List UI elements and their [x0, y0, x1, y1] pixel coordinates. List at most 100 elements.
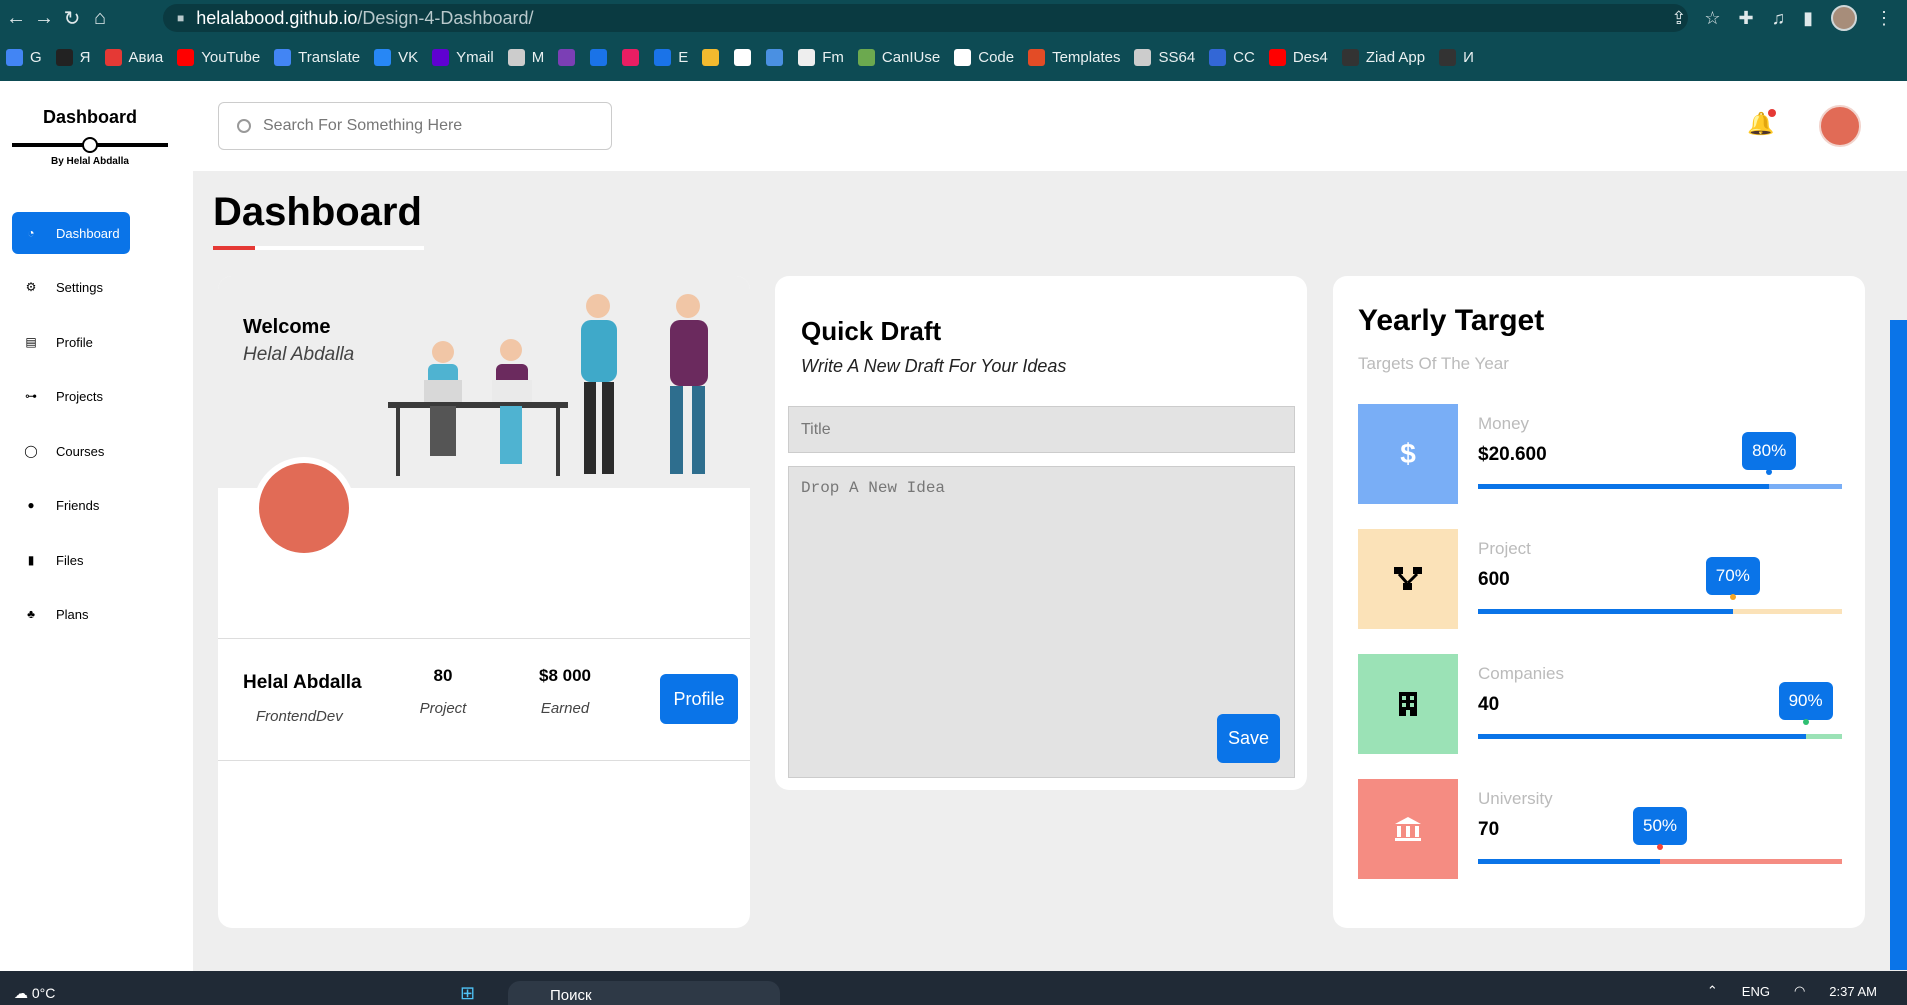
bookmark-item[interactable]: И: [1439, 48, 1474, 66]
stat-label: Earned: [540, 700, 590, 717]
target-percent-badge: 50%: [1633, 807, 1687, 850]
target-progress-bar: [1478, 609, 1842, 614]
bookmark-item[interactable]: YouTube: [177, 48, 261, 66]
os-taskbar: ☁ 0°C ⊞ Поиск ⌃ ENG ◠ 2:37 AM: [0, 971, 1907, 1005]
sidebar: Dashboard By Helal Abdalla ◔ Dashboard ⚙…: [0, 81, 193, 971]
sidebar-item-label: Courses: [56, 443, 105, 459]
save-button[interactable]: Save: [1217, 714, 1280, 763]
target-label: Project: [1478, 539, 1531, 558]
stat-value: $8 000: [539, 666, 591, 685]
taskbar-search-label: Поиск: [550, 987, 592, 1004]
weather-icon: ☁: [14, 985, 28, 1001]
sidebar-item-plans[interactable]: ♣ Plans: [12, 593, 130, 635]
windows-start-icon[interactable]: ⊞: [460, 983, 475, 1004]
sidepanel-icon[interactable]: ▮: [1803, 8, 1813, 29]
bookmark-favicon-icon: [702, 48, 720, 66]
extensions-icon[interactable]: ✚: [1739, 8, 1754, 29]
forward-icon[interactable]: →: [32, 6, 56, 30]
wifi-icon[interactable]: ◠: [1794, 983, 1805, 999]
bookmark-item[interactable]: [558, 48, 582, 66]
bookmark-label: G: [30, 48, 42, 66]
bookmark-label: Code: [978, 48, 1015, 66]
target-label: Companies: [1478, 664, 1564, 683]
bookmark-favicon-icon: [654, 48, 672, 66]
profile-button[interactable]: Profile: [660, 674, 738, 724]
reload-icon[interactable]: ↻: [60, 6, 84, 30]
sidebar-item-label: Profile: [56, 334, 93, 350]
draft-title-input[interactable]: Title: [788, 406, 1295, 453]
sidebar-item-files[interactable]: ▮ Files: [12, 539, 130, 581]
menu-icon[interactable]: ⋮: [1875, 8, 1893, 29]
bookmark-favicon-icon: [1028, 48, 1046, 66]
browser-chrome: ← → ↻ ⌂ ■ helalabood.github.io /Design-4…: [0, 0, 1907, 81]
share-icon[interactable]: ⇪: [1671, 8, 1686, 29]
chevron-up-icon[interactable]: ⌃: [1707, 983, 1718, 999]
sidebar-item-label: Projects: [56, 388, 103, 404]
bookmark-item[interactable]: Fm: [798, 48, 844, 66]
bookmark-item[interactable]: Translate: [274, 48, 360, 66]
sidebar-item-friends[interactable]: ● Friends: [12, 484, 130, 526]
bookmark-label: CC: [1233, 48, 1255, 66]
bookmark-item[interactable]: CC: [1209, 48, 1255, 66]
welcome-banner: Welcome Helal Abdalla: [218, 276, 750, 488]
bookmark-item[interactable]: Я: [55, 48, 91, 66]
sidebar-item-label: Friends: [56, 497, 100, 513]
bookmark-label: YouTube: [201, 48, 261, 66]
sidebar-item-settings[interactable]: ⚙ Settings: [12, 266, 130, 308]
building-icon: [1358, 654, 1458, 754]
bookmark-item[interactable]: Авиа: [104, 48, 163, 66]
weather-widget[interactable]: ☁ 0°C: [14, 985, 55, 1002]
bookmark-item[interactable]: Ymail: [432, 48, 494, 66]
search-icon: [237, 119, 251, 133]
browser-profile-avatar[interactable]: [1831, 5, 1857, 31]
bookmark-item[interactable]: [622, 48, 646, 66]
top-header: Search For Something Here 🔔: [193, 81, 1907, 171]
search-input[interactable]: Search For Something Here: [218, 102, 612, 150]
bookmark-favicon-icon: [104, 48, 122, 66]
bookmark-favicon-icon: [558, 48, 576, 66]
bookmark-label: Ymail: [456, 48, 494, 66]
bookmark-item[interactable]: M: [507, 48, 544, 66]
taskbar-search[interactable]: Поиск: [508, 981, 780, 1005]
bookmark-item[interactable]: VK: [374, 48, 418, 66]
diagram-icon: ⊶: [25, 389, 37, 403]
bookmark-favicon-icon: [432, 48, 450, 66]
bookmark-item[interactable]: Code: [954, 48, 1015, 66]
home-icon[interactable]: ⌂: [88, 6, 112, 30]
bell-icon[interactable]: 🔔: [1747, 109, 1777, 137]
bookmark-favicon-icon: [766, 48, 784, 66]
address-bar[interactable]: ■ helalabood.github.io /Design-4-Dashboa…: [163, 4, 1688, 32]
bookmark-item[interactable]: Templates: [1028, 48, 1120, 66]
bookmark-item[interactable]: [766, 48, 790, 66]
media-icon[interactable]: ♫: [1772, 8, 1786, 29]
header-avatar[interactable]: [1819, 105, 1861, 147]
target-row-money: $ Money $20.600 80%: [1358, 404, 1848, 504]
quick-draft-card: Quick Draft Write A New Draft For Your I…: [775, 276, 1307, 790]
sidebar-item-courses[interactable]: ◯ Courses: [12, 430, 130, 472]
bookmark-item[interactable]: [702, 48, 726, 66]
draft-idea-placeholder: Drop A New Idea: [801, 479, 946, 497]
target-value: $20.600: [1478, 444, 1547, 465]
bookmark-item[interactable]: [734, 48, 758, 66]
back-icon[interactable]: ←: [4, 6, 28, 30]
sidebar-item-projects[interactable]: ⊶ Projects: [12, 375, 130, 417]
page-scrollbar[interactable]: [1890, 320, 1907, 970]
bookmark-item[interactable]: E: [654, 48, 688, 66]
bookmark-item[interactable]: CanIUse: [857, 48, 940, 66]
search-placeholder: Search For Something Here: [263, 117, 463, 134]
clock[interactable]: 2:37 AM: [1829, 984, 1877, 999]
bookmark-item[interactable]: [590, 48, 614, 66]
file-icon: ▮: [27, 553, 35, 567]
bookmark-item[interactable]: Des4: [1268, 48, 1328, 66]
bookmark-item[interactable]: Ziad App: [1341, 48, 1425, 66]
star-icon[interactable]: ☆: [1704, 8, 1720, 29]
bookmark-favicon-icon: [507, 48, 525, 66]
language-indicator[interactable]: ENG: [1742, 984, 1770, 999]
sidebar-item-dashboard[interactable]: ◔ Dashboard: [12, 212, 130, 254]
yearly-target-subtitle: Targets Of The Year: [1358, 354, 1509, 373]
sidebar-item-profile[interactable]: ▤ Profile: [12, 321, 130, 363]
gears-icon: ⚙: [25, 280, 37, 294]
bookmark-item[interactable]: SS64: [1134, 48, 1195, 66]
bookmark-item[interactable]: G: [6, 48, 42, 66]
quick-draft-title: Quick Draft: [801, 316, 942, 346]
